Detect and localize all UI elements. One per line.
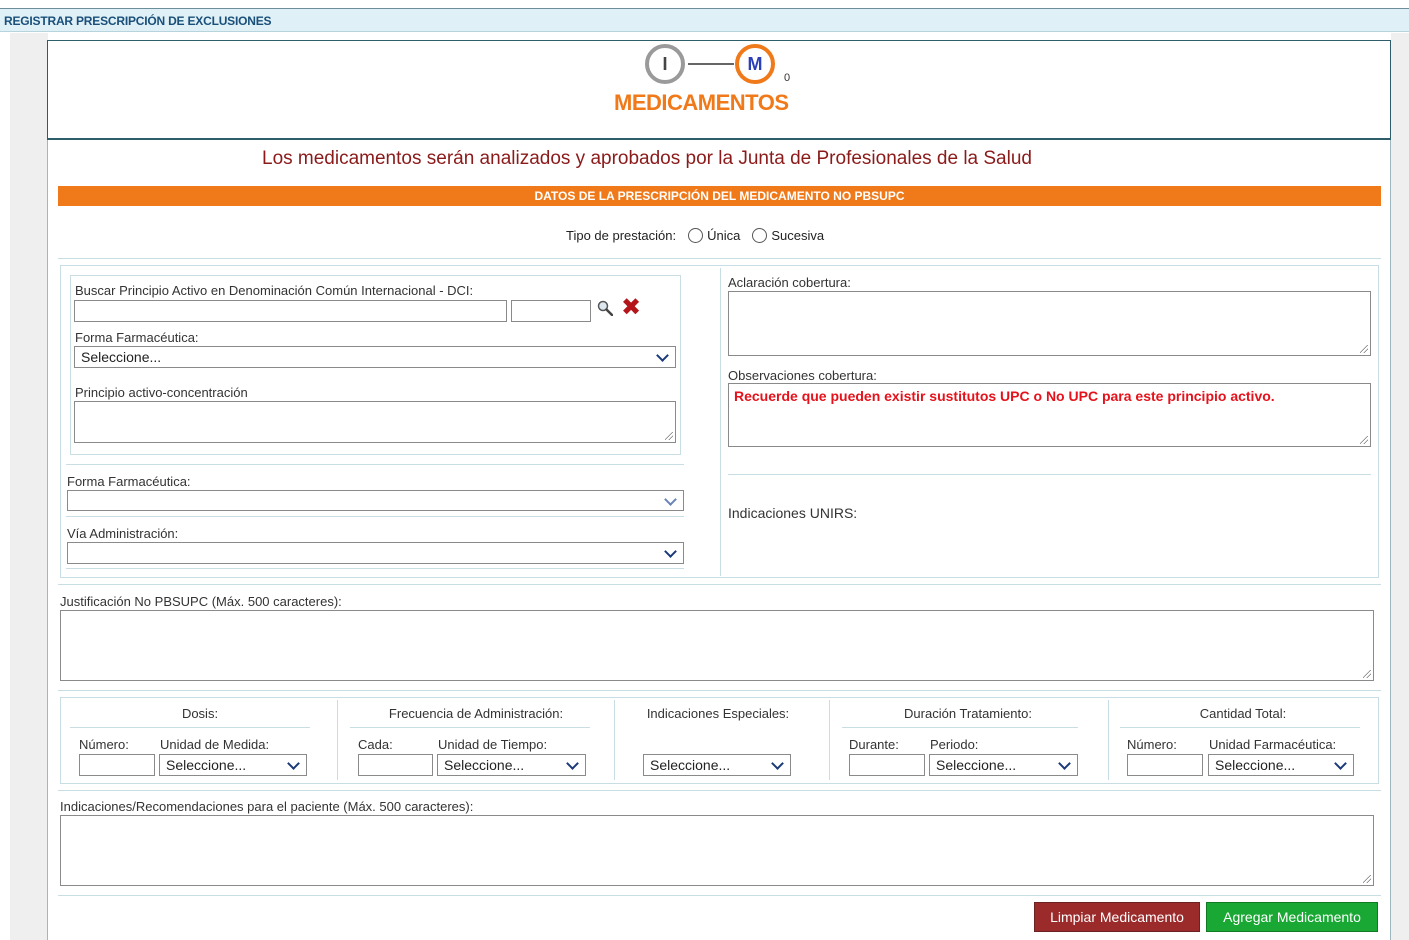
duracion-durante-label: Durante:	[849, 737, 899, 752]
duracion-periodo-label: Periodo:	[930, 737, 979, 752]
chevron-down-icon	[1334, 757, 1347, 770]
dosis-unit-select[interactable]: Seleccione...	[159, 754, 307, 776]
divider	[58, 258, 1381, 259]
divider	[66, 516, 684, 517]
forma-label: Forma Farmacéutica:	[75, 330, 199, 345]
recomendaciones-textarea[interactable]	[60, 815, 1374, 886]
divider	[70, 727, 310, 728]
step-title: MEDICAMENTOS	[614, 90, 789, 115]
divider	[66, 464, 684, 465]
principio-label: Principio activo-concentración	[75, 385, 248, 400]
frecuencia-cada-label: Cada:	[358, 737, 393, 752]
chevron-down-icon	[1058, 757, 1071, 770]
header-bar: REGISTRAR PRESCRIPCIÓN DE EXCLUSIONES	[0, 8, 1409, 32]
divider	[842, 727, 1078, 728]
grid-divider	[829, 700, 830, 780]
left-gutter	[10, 33, 48, 940]
justificacion-textarea[interactable]	[60, 610, 1374, 681]
column-divider	[720, 268, 721, 576]
tipo-prestacion: Tipo de prestación: Única Sucesiva	[566, 228, 824, 243]
observaciones-text: Recuerde que pueden existir sustitutos U…	[734, 388, 1275, 404]
page-header-title: REGISTRAR PRESCRIPCIÓN DE EXCLUSIONES	[4, 14, 272, 28]
right-gutter	[1391, 33, 1409, 940]
frecuencia-unit-label: Unidad de Tiempo:	[438, 737, 548, 752]
clear-medication-button[interactable]: Limpiar Medicamento	[1034, 902, 1200, 932]
cantidad-unit-value: Seleccione...	[1215, 757, 1296, 773]
especiales-select[interactable]: Seleccione...	[643, 754, 791, 776]
divider	[58, 690, 1381, 691]
dosis-num-label: Número:	[79, 737, 129, 752]
observaciones-label: Observaciones cobertura:	[728, 368, 877, 383]
duracion-durante-input[interactable]	[849, 754, 925, 776]
dosis-title: Dosis:	[181, 706, 219, 721]
chevron-down-icon	[771, 757, 784, 770]
recomendaciones-label: Indicaciones/Recomendaciones para el pac…	[60, 799, 474, 814]
forma2-select[interactable]	[67, 490, 684, 511]
step-i-icon[interactable]: I	[645, 44, 685, 84]
step-connector	[688, 63, 734, 65]
grid-divider	[1108, 700, 1109, 780]
duracion-periodo-value: Seleccione...	[936, 757, 1017, 773]
divider	[350, 727, 590, 728]
divider	[58, 895, 1381, 896]
frecuencia-title: Frecuencia de Administración:	[388, 706, 564, 721]
justificacion-label: Justificación No PBSUPC (Máx. 500 caract…	[60, 594, 342, 609]
search-label: Buscar Principio Activo en Denominación …	[75, 283, 474, 298]
cantidad-num-label: Número:	[1127, 737, 1177, 752]
indicaciones-unirs-label: Indicaciones UNIRS:	[728, 505, 858, 521]
radio-unica[interactable]	[688, 228, 704, 243]
search-input[interactable]	[74, 300, 507, 322]
cantidad-unit-select[interactable]: Seleccione...	[1208, 754, 1354, 776]
cantidad-num-input[interactable]	[1127, 754, 1203, 776]
dosis-unit-value: Seleccione...	[166, 757, 247, 773]
add-medication-button[interactable]: Agregar Medicamento	[1206, 902, 1378, 932]
step-m-icon[interactable]: M	[735, 44, 775, 84]
divider	[58, 584, 1381, 585]
especiales-title: Indicaciones Especiales:	[646, 706, 790, 721]
tipo-label: Tipo de prestación:	[566, 228, 677, 243]
chevron-down-icon	[664, 493, 677, 506]
frecuencia-unit-select[interactable]: Seleccione...	[437, 754, 586, 776]
cantidad-unit-label: Unidad Farmacéutica:	[1209, 737, 1337, 752]
via-select[interactable]	[67, 542, 684, 564]
divider	[728, 474, 1371, 475]
radio-unica-label: Única	[707, 228, 741, 243]
search-code-input[interactable]	[511, 300, 591, 322]
notice-text: Los medicamentos serán analizados y apro…	[262, 148, 1032, 169]
radio-sucesiva[interactable]	[752, 228, 768, 243]
chevron-down-icon	[287, 757, 300, 770]
frecuencia-cada-input[interactable]	[358, 754, 433, 776]
duracion-title: Duración Tratamiento:	[904, 706, 1032, 721]
search-icon[interactable]	[597, 300, 613, 316]
divider	[66, 568, 684, 569]
step-count: 0	[784, 72, 791, 84]
section-title: DATOS DE LA PRESCRIPCIÓN DEL MEDICAMENTO…	[58, 186, 1381, 206]
especiales-value: Seleccione...	[650, 757, 731, 773]
forma-select[interactable]: Seleccione...	[74, 346, 676, 368]
via-label: Vía Administración:	[67, 526, 179, 541]
frecuencia-unit-value: Seleccione...	[444, 757, 525, 773]
duracion-periodo-select[interactable]: Seleccione...	[929, 754, 1078, 776]
dosis-unit-label: Unidad de Medida:	[160, 737, 270, 752]
forma-select-value: Seleccione...	[81, 349, 162, 365]
chevron-down-icon	[656, 349, 669, 362]
aclaracion-textarea[interactable]	[728, 291, 1371, 356]
divider	[1120, 727, 1360, 728]
forma2-label: Forma Farmacéutica:	[67, 474, 191, 489]
principio-textarea[interactable]	[74, 401, 676, 443]
divider	[58, 790, 1381, 791]
chevron-down-icon	[664, 545, 677, 558]
radio-sucesiva-label: Sucesiva	[771, 228, 825, 243]
dosis-num-input[interactable]	[79, 754, 155, 776]
cantidad-title: Cantidad Total:	[1199, 706, 1287, 721]
grid-divider	[614, 700, 615, 780]
aclaracion-label: Aclaración cobertura:	[728, 275, 851, 290]
grid-divider	[337, 700, 338, 780]
clear-x-icon[interactable]: ✖	[621, 296, 641, 320]
chevron-down-icon	[566, 757, 579, 770]
